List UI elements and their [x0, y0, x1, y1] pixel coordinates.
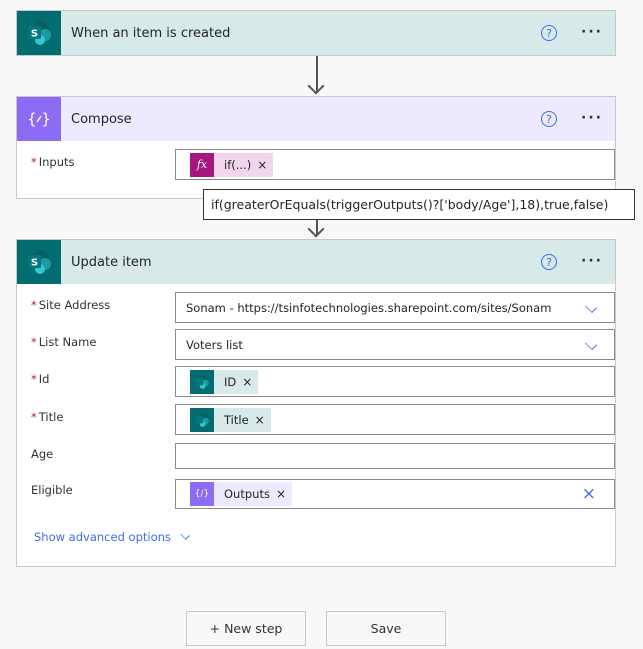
eligible-field[interactable]: {∕} Outputs × ×: [175, 479, 615, 509]
sharepoint-icon: [190, 407, 214, 432]
compose-card[interactable]: { } Compose ? ··· * Inputs fx if(...) ×: [16, 96, 616, 199]
expression-tooltip: if(greaterOrEquals(triggerOutputs()?['bo…: [203, 189, 635, 220]
more-options-icon[interactable]: ···: [581, 24, 603, 40]
fx-icon: fx: [190, 152, 214, 177]
title-field[interactable]: Title ×: [175, 404, 615, 435]
more-options-icon[interactable]: ···: [581, 253, 603, 269]
new-step-button[interactable]: + New step: [186, 611, 306, 646]
help-icon[interactable]: ?: [541, 111, 557, 127]
help-icon[interactable]: ?: [541, 254, 557, 270]
age-row: Age: [31, 443, 615, 479]
chevron-down-icon: [180, 530, 190, 540]
save-button[interactable]: Save: [326, 611, 446, 646]
inputs-row: * Inputs fx if(...) ×: [31, 149, 615, 186]
compose-title: Compose: [71, 111, 132, 127]
compose-braces-icon: { }: [17, 97, 61, 141]
chevron-down-icon[interactable]: [584, 337, 598, 351]
site-address-label: * Site Address: [31, 298, 111, 312]
compose-braces-icon: {∕}: [190, 482, 214, 506]
age-label: Age: [31, 447, 54, 461]
update-item-title: Update item: [71, 254, 152, 270]
trigger-card-header[interactable]: S When an item is created ? ···: [17, 11, 615, 55]
remove-token-icon[interactable]: ×: [242, 375, 258, 389]
site-address-dropdown[interactable]: Sonam - https://tsinfotechnologies.share…: [175, 292, 615, 323]
clear-field-icon[interactable]: ×: [582, 486, 596, 503]
compose-card-header[interactable]: { } Compose ? ···: [17, 97, 615, 141]
help-icon[interactable]: ?: [541, 25, 557, 41]
id-field[interactable]: ID ×: [175, 366, 615, 397]
expression-token[interactable]: fx if(...) ×: [190, 152, 274, 177]
age-input[interactable]: [175, 443, 615, 469]
title-row: * Title Title ×: [31, 404, 615, 443]
trigger-card[interactable]: S When an item is created ? ···: [16, 10, 616, 56]
remove-token-icon[interactable]: ×: [276, 487, 292, 501]
title-token[interactable]: Title ×: [190, 407, 271, 432]
inputs-field[interactable]: fx if(...) ×: [175, 149, 615, 180]
sharepoint-icon: S: [17, 240, 61, 284]
list-name-row: * List Name Voters list: [31, 329, 615, 366]
remove-token-icon[interactable]: ×: [257, 158, 273, 172]
sharepoint-icon: [190, 369, 214, 394]
eligible-row: Eligible {∕} Outputs × ×: [31, 479, 615, 516]
svg-text:S: S: [31, 258, 38, 269]
eligible-label: Eligible: [31, 483, 73, 497]
more-options-icon[interactable]: ···: [581, 110, 603, 126]
list-name-dropdown[interactable]: Voters list: [175, 329, 615, 360]
sharepoint-icon: S: [17, 11, 61, 55]
svg-text:S: S: [31, 29, 38, 40]
remove-token-icon[interactable]: ×: [255, 413, 271, 427]
chevron-down-icon[interactable]: [584, 300, 598, 314]
flow-arrow-icon: [307, 56, 325, 96]
show-advanced-options-link[interactable]: Show advanced options: [34, 530, 190, 544]
inputs-label: * Inputs: [31, 155, 75, 169]
update-item-card-header[interactable]: S Update item ? ···: [17, 240, 615, 284]
id-row: * Id ID ×: [31, 366, 615, 404]
update-item-card[interactable]: S Update item ? ··· * Site Address Sonam …: [16, 239, 616, 567]
site-address-row: * Site Address Sonam - https://tsinfotech…: [31, 292, 615, 329]
id-token[interactable]: ID ×: [190, 369, 259, 394]
trigger-title: When an item is created: [71, 25, 231, 41]
list-name-label: * List Name: [31, 335, 97, 349]
id-label: * Id: [31, 372, 50, 386]
outputs-token[interactable]: {∕} Outputs ×: [190, 482, 293, 506]
title-label: * Title: [31, 410, 64, 424]
